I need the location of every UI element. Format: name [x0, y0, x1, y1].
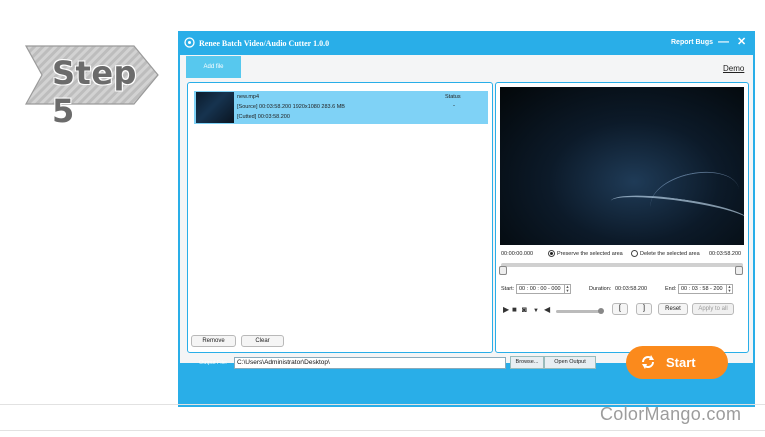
open-output-button[interactable]: Open Output: [544, 356, 596, 369]
file-list-panel: new.mp4 [Source] 00:03:58.200 1920x1080 …: [187, 82, 493, 353]
volume-icon[interactable]: ◀: [544, 305, 550, 315]
refresh-icon: [642, 355, 654, 369]
remove-button[interactable]: Remove: [191, 335, 236, 347]
main-content: Add file Demo new.mp4 [Source] 00:03:58.…: [180, 55, 753, 363]
report-bugs-link[interactable]: Report Bugs: [671, 39, 713, 46]
preserve-radio[interactable]: [548, 250, 555, 257]
volume-slider[interactable]: [556, 310, 601, 313]
reset-button[interactable]: Reset: [658, 303, 688, 315]
output-path-field[interactable]: C:\Users\Administrator\Desktop\: [234, 357, 506, 369]
minimize-button[interactable]: —: [718, 35, 729, 49]
app-window: Renee Batch Video/Audio Cutter 1.0.0 Rep…: [178, 31, 755, 407]
start-time-input[interactable]: 00 : 00 : 00 - 000 ▲ ▼: [516, 284, 571, 294]
timeline-track[interactable]: [501, 263, 743, 267]
video-thumbnail: [196, 92, 234, 123]
camera-icon[interactable]: ◙: [522, 305, 527, 315]
play-icon[interactable]: ▶: [503, 305, 509, 315]
apply-to-all-button[interactable]: Apply to all: [692, 303, 734, 315]
step-label: Step 5: [52, 54, 137, 130]
set-start-button[interactable]: [: [612, 303, 628, 315]
volume-knob[interactable]: [598, 308, 604, 314]
dropdown-arrow-icon[interactable]: ▼: [533, 306, 539, 316]
stop-icon[interactable]: ■: [512, 305, 517, 315]
file-source-info: [Source] 00:03:58.200 1920x1080 283.6 MB: [237, 104, 345, 110]
spinner-arrows-icon[interactable]: ▲ ▼: [726, 285, 732, 293]
demo-link[interactable]: Demo: [723, 64, 744, 73]
start-label-text: Start: [666, 355, 696, 370]
end-time-value: 00 : 03 : 58 - 200: [681, 286, 723, 292]
screenshot-stage: Step 5 Renee Batch Video/Audio Cutter 1.…: [0, 0, 765, 437]
preserve-label: Preserve the selected area: [557, 251, 623, 257]
file-status: -: [453, 103, 455, 109]
divider-bottom: [0, 430, 765, 431]
close-button[interactable]: ✕: [737, 35, 746, 49]
app-logo-icon: [184, 37, 195, 48]
time-end: 00:03:58.200: [709, 251, 742, 257]
spinner-arrows-icon[interactable]: ▲ ▼: [564, 285, 570, 293]
start-handle[interactable]: [499, 266, 507, 275]
brand-watermark: ColorMango.com: [600, 404, 742, 424]
player-panel: 00:00:00.000 Preserve the selected area …: [495, 82, 749, 353]
end-label: End:: [665, 286, 677, 292]
start-time-value: 00 : 00 : 00 - 000: [519, 286, 561, 292]
start-label: Start:: [501, 286, 515, 292]
file-name: new.mp4: [237, 94, 260, 100]
end-handle[interactable]: [735, 266, 743, 275]
delete-label: Delete the selected area: [640, 251, 700, 257]
step-badge: Step 5: [22, 40, 162, 130]
duration-value: 00:03:58.200: [615, 286, 648, 292]
delete-radio[interactable]: [631, 250, 638, 257]
file-cutted-info: [Cutted] 00:03:58.200: [237, 114, 290, 120]
end-time-input[interactable]: 00 : 03 : 58 - 200 ▲ ▼: [678, 284, 733, 294]
browse-button[interactable]: Browse...: [510, 356, 544, 369]
video-preview: [500, 87, 744, 245]
file-row[interactable]: new.mp4 [Source] 00:03:58.200 1920x1080 …: [194, 91, 488, 124]
start-button[interactable]: Start: [626, 346, 728, 379]
window-title: Renee Batch Video/Audio Cutter 1.0.0: [199, 39, 330, 48]
time-start: 00:00:00.000: [501, 251, 534, 257]
clear-button[interactable]: Clear: [241, 335, 284, 347]
duration-label: Duration:: [589, 286, 612, 292]
set-end-button[interactable]: ]: [636, 303, 652, 315]
title-bar: Renee Batch Video/Audio Cutter 1.0.0 Rep…: [178, 31, 755, 55]
status-header: Status: [445, 94, 461, 100]
add-file-button[interactable]: Add file: [186, 56, 241, 78]
output-file-label: Output File:: [199, 360, 228, 366]
